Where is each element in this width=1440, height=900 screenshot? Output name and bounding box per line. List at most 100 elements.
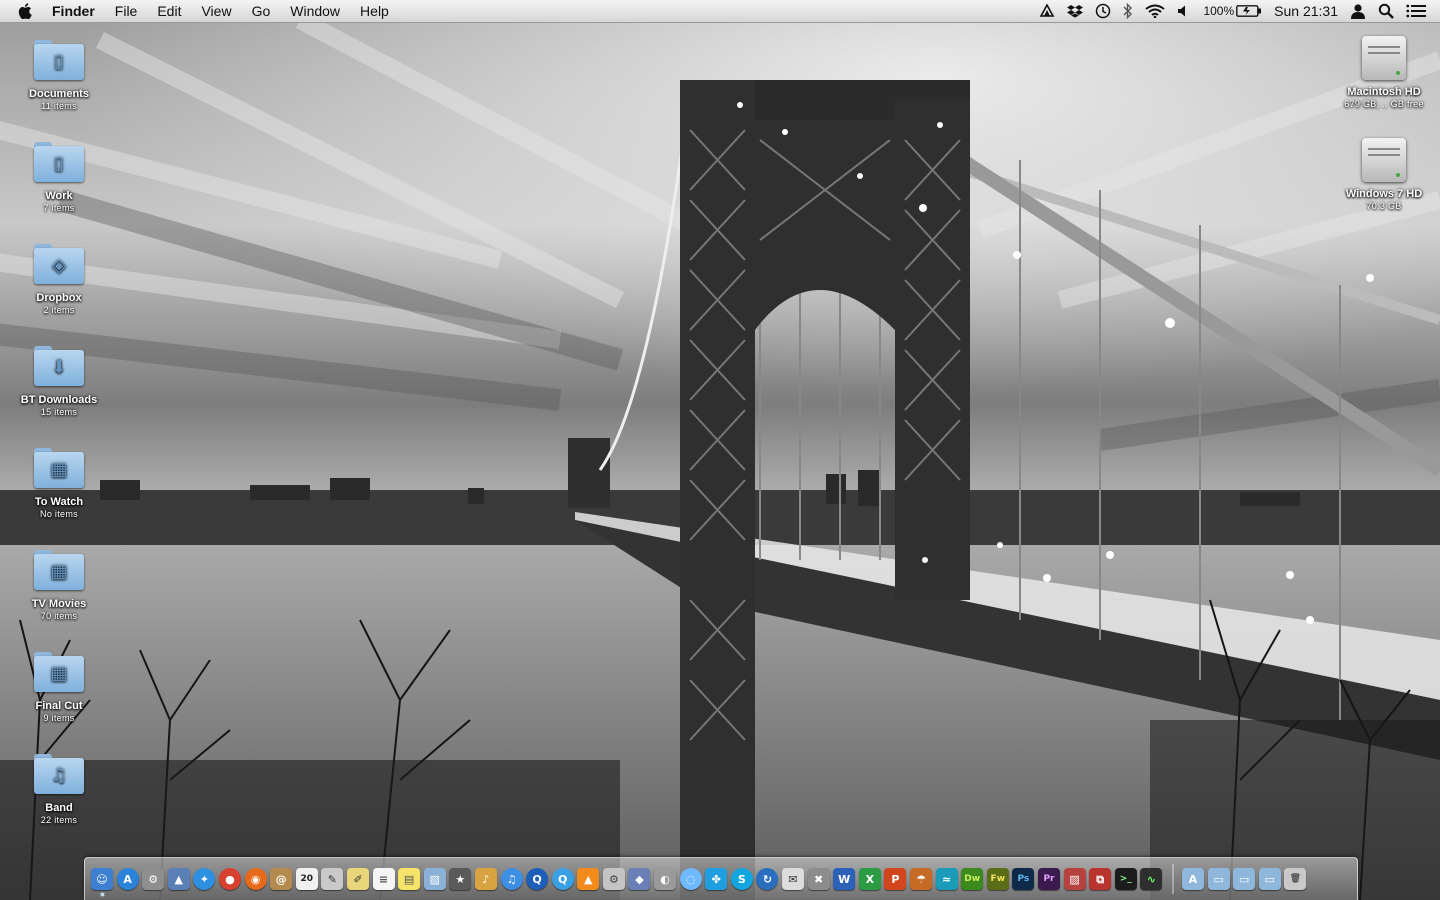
desktop-icon-documents[interactable]: ▯ Documents 11 items — [4, 36, 114, 112]
ical-icon: 20 — [300, 873, 314, 884]
dock-item-itunes[interactable]: ♫ — [500, 868, 523, 890]
dock-item-applications-stack[interactable]: A — [1181, 868, 1204, 890]
dock-item-ical[interactable]: 20 — [295, 868, 318, 890]
vlc-icon: ▲ — [584, 872, 593, 886]
volume-icon[interactable] — [1171, 0, 1197, 22]
dock-item-photo-editor[interactable]: ✎ — [321, 868, 344, 890]
dock-item-garageband[interactable]: ♪ — [474, 868, 497, 890]
dock-item-excel[interactable]: X — [858, 868, 881, 890]
dock-item-dreamweaver[interactable]: Dw — [961, 868, 984, 890]
dock-item-instastats[interactable]: ↻ — [756, 868, 779, 890]
dock-item-vlc[interactable]: ▲ — [577, 868, 600, 890]
desktop-icon-macintosh-hd[interactable]: Macintosh HD 679 GB, .. GB free — [1329, 34, 1439, 110]
dropbox-folder-icon: ◈ — [31, 240, 87, 288]
dock-item-messenger[interactable]: ✤ — [705, 868, 728, 890]
battery-percent[interactable]: 100% — [1197, 0, 1236, 22]
dock-item-photo-booth[interactable]: ▨ — [1063, 868, 1086, 890]
wifi-icon[interactable] — [1139, 0, 1171, 22]
dock-item-fireworks[interactable]: Fw — [986, 868, 1009, 890]
dock-item-chrome[interactable]: ● — [218, 868, 241, 890]
desktop-icon-windows-7-hd[interactable]: Windows 7 HD 70.3 GB — [1329, 136, 1439, 212]
dock-item-bone-app[interactable]: ✖ — [807, 868, 830, 890]
itunes-icon: ♫ — [506, 872, 517, 886]
desktop-icon-bt-downloads[interactable]: ⬇ BT Downloads 15 items — [4, 342, 114, 418]
documents-stack-icon: ▭ — [1213, 872, 1224, 886]
time-machine-icon[interactable] — [1089, 0, 1117, 22]
dock-item-app-store[interactable]: A — [116, 868, 139, 890]
desktop-icon-tv-movies[interactable]: ▦ TV Movies 70 items — [4, 546, 114, 622]
finder-icon: ☺ — [96, 872, 108, 886]
dock-item-word[interactable]: W — [833, 868, 856, 890]
desktop-icon-work[interactable]: ▯ Work 7 items — [4, 138, 114, 214]
desktop-icon-dropbox[interactable]: ◈ Dropbox 2 items — [4, 240, 114, 316]
dock-item-network-app[interactable]: ≈ — [935, 868, 958, 890]
notification-list-icon[interactable] — [1400, 0, 1432, 22]
cloud-upload-icon[interactable] — [1033, 0, 1061, 22]
menu-help[interactable]: Help — [350, 0, 399, 22]
desktop-icon-label: Final Cut — [35, 700, 83, 712]
dock-item-safari[interactable]: ✦ — [193, 868, 216, 890]
dock-item-address-book[interactable]: @ — [270, 868, 293, 890]
desktop-icon-band[interactable]: ♫ Band 22 items — [4, 750, 114, 826]
dock-item-facetime[interactable]: ◐ — [654, 868, 677, 890]
excel-icon: X — [865, 872, 875, 886]
script-editor-icon: ✐ — [353, 872, 363, 886]
dock-item-quicktime[interactable]: Q — [526, 868, 549, 890]
desktop-icon-info: 15 items — [40, 407, 78, 417]
dock-item-quicktime-x[interactable]: Q — [551, 868, 574, 890]
apple-logo-icon[interactable] — [14, 0, 36, 22]
dock-item-work-stack[interactable]: ▭ — [1258, 868, 1281, 890]
dock-item-finder[interactable]: ☺ — [91, 868, 113, 896]
firefox-icon: ◉ — [250, 872, 261, 886]
movies-folder-icon: ▦ — [31, 648, 87, 696]
dock-item-script-editor[interactable]: ✐ — [346, 868, 369, 890]
dock-item-virtualbox[interactable]: ◆ — [628, 868, 651, 890]
dock-item-parallels[interactable]: ⧉ — [1089, 868, 1112, 890]
dock-item-mail[interactable]: ✉ — [782, 868, 805, 890]
desktop-icon-to-watch[interactable]: ▦ To Watch No items — [4, 444, 114, 520]
dock-item-documents-stack[interactable]: ▭ — [1207, 868, 1230, 890]
dock-item-photoshop[interactable]: Ps — [1012, 868, 1035, 890]
dock-item-activity-monitor[interactable]: ∿ — [1140, 868, 1163, 890]
menu-go[interactable]: Go — [242, 0, 281, 22]
desktop-icon-info: 9 items — [43, 713, 75, 723]
dock-item-cyberduck[interactable]: ☂ — [910, 868, 932, 890]
menu-finder[interactable]: Finder — [46, 0, 105, 22]
menu-window[interactable]: Window — [280, 0, 350, 22]
music-folder-icon: ♫ — [31, 750, 87, 798]
dock-item-automator[interactable]: ⚙ — [602, 868, 625, 890]
automator-icon: ⚙ — [608, 872, 619, 886]
preview-icon: ▲ — [174, 872, 184, 886]
virtualbox-icon: ◆ — [635, 872, 644, 886]
battery-charging-icon[interactable] — [1236, 0, 1268, 22]
user-icon[interactable] — [1344, 0, 1372, 22]
dock-item-stickies[interactable]: ▤ — [398, 868, 421, 890]
dropbox-icon[interactable] — [1061, 0, 1089, 22]
applications-stack-icon: A — [1188, 872, 1198, 886]
dock-item-skype[interactable]: S — [730, 868, 753, 890]
desktop-icon-label: Band — [45, 802, 73, 814]
dock-item-downloads-stack[interactable]: ▭ — [1233, 868, 1256, 890]
dock-item-iphoto[interactable]: ▧ — [423, 868, 446, 890]
dock-item-trash[interactable]: 🗑 — [1284, 868, 1307, 890]
imovie-icon: ★ — [455, 872, 466, 886]
desktop-icon-final-cut[interactable]: ▦ Final Cut 9 items — [4, 648, 114, 724]
dock-item-firefox[interactable]: ◉ — [244, 868, 267, 890]
desktop-icon-info: No items — [40, 509, 78, 519]
dock-item-ichat[interactable]: ◌ — [679, 868, 702, 890]
dock-item-terminal[interactable]: >_ — [1114, 868, 1137, 890]
bluetooth-icon[interactable] — [1117, 0, 1139, 22]
system-preferences-icon: ⚙ — [148, 872, 159, 886]
spotlight-search-icon[interactable] — [1372, 0, 1400, 22]
menu-edit[interactable]: Edit — [147, 0, 191, 22]
dock-item-preview[interactable]: ▲ — [167, 868, 190, 890]
clock[interactable]: Sun 21:31 — [1268, 0, 1344, 22]
menu-file[interactable]: File — [105, 0, 148, 22]
dock-item-imovie[interactable]: ★ — [449, 868, 472, 890]
dock-item-system-preferences[interactable]: ⚙ — [142, 868, 165, 890]
running-indicator — [100, 893, 104, 896]
menu-view[interactable]: View — [191, 0, 241, 22]
dock-item-textedit[interactable]: ≡ — [372, 868, 395, 890]
dock-item-premiere[interactable]: Pr — [1037, 868, 1060, 890]
dock-item-powerpoint[interactable]: P — [884, 868, 907, 890]
